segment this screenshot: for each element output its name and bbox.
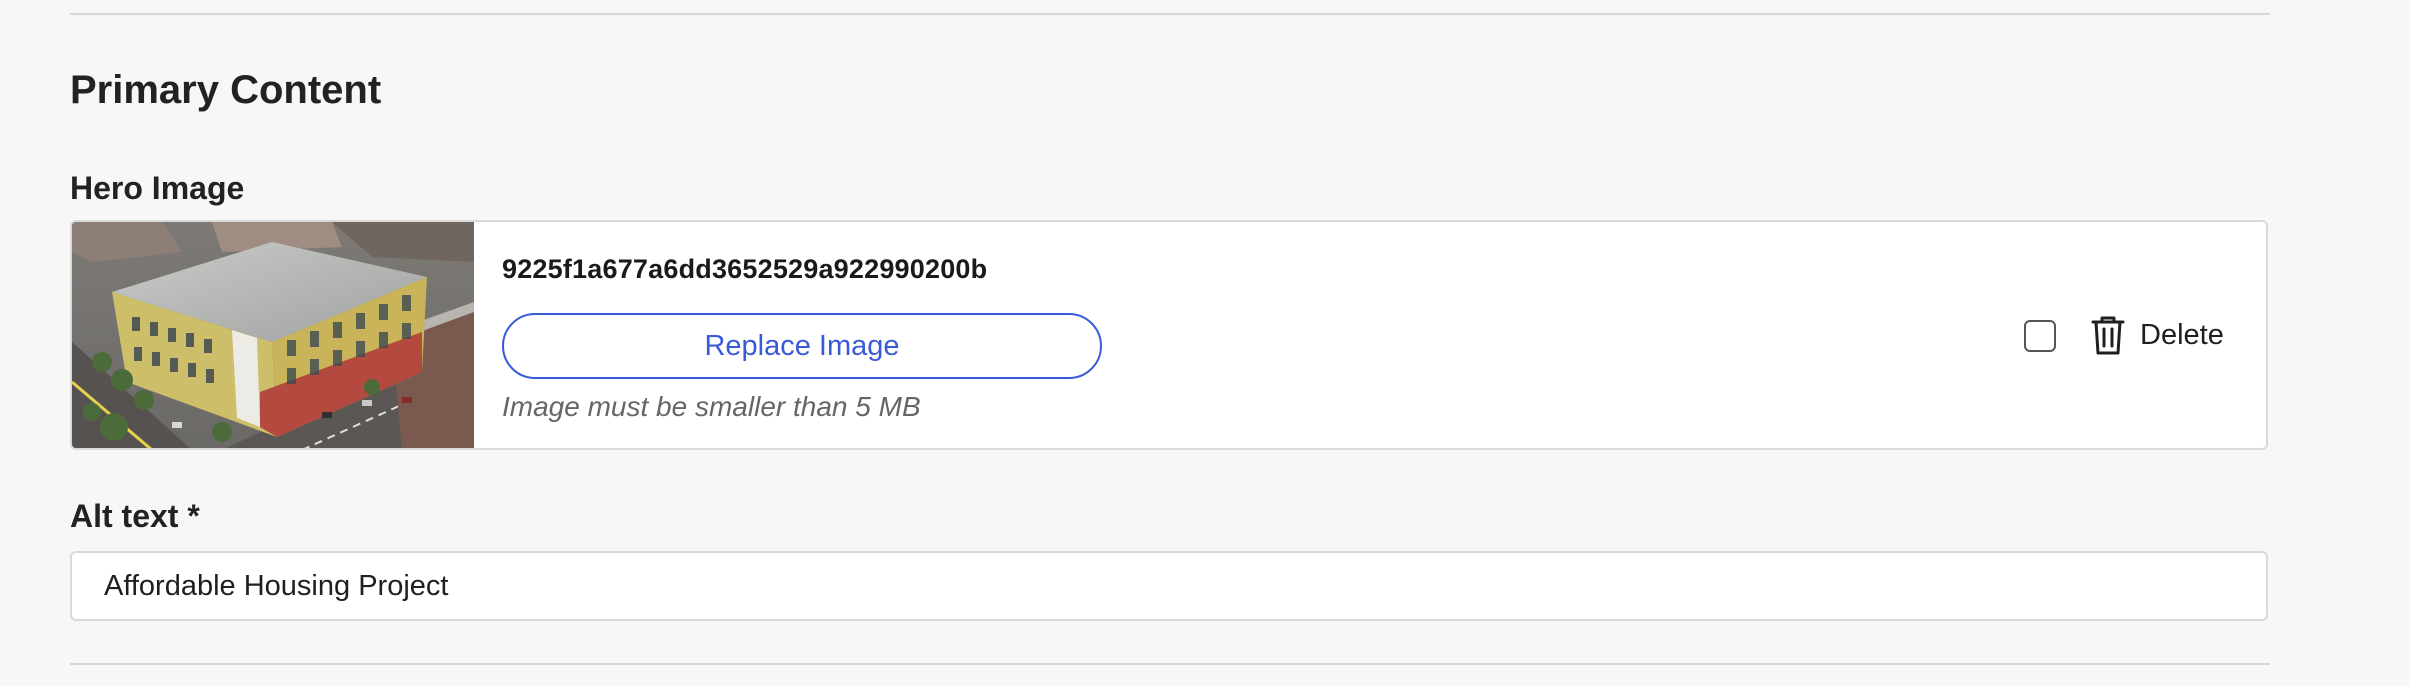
hero-image-label: Hero Image <box>70 170 245 206</box>
image-filename: 9225f1a677a6dd3652529a922990200b <box>502 254 988 284</box>
replace-image-button[interactable]: Replace Image <box>502 313 1102 379</box>
alt-text-input[interactable] <box>70 551 2268 621</box>
top-divider <box>70 13 2270 15</box>
hero-image-thumbnail <box>72 222 474 448</box>
trash-icon <box>2090 314 2126 356</box>
image-select-checkbox[interactable] <box>2024 320 2056 352</box>
hero-image-card: 9225f1a677a6dd3652529a922990200b Replace… <box>70 220 2268 450</box>
image-size-hint: Image must be smaller than 5 MB <box>502 391 921 422</box>
delete-image-button[interactable]: Delete <box>2090 312 2224 358</box>
section-title: Primary Content <box>70 68 382 112</box>
bottom-divider <box>70 663 2270 665</box>
alt-text-label: Alt text * <box>70 498 200 534</box>
delete-label: Delete <box>2140 319 2224 351</box>
